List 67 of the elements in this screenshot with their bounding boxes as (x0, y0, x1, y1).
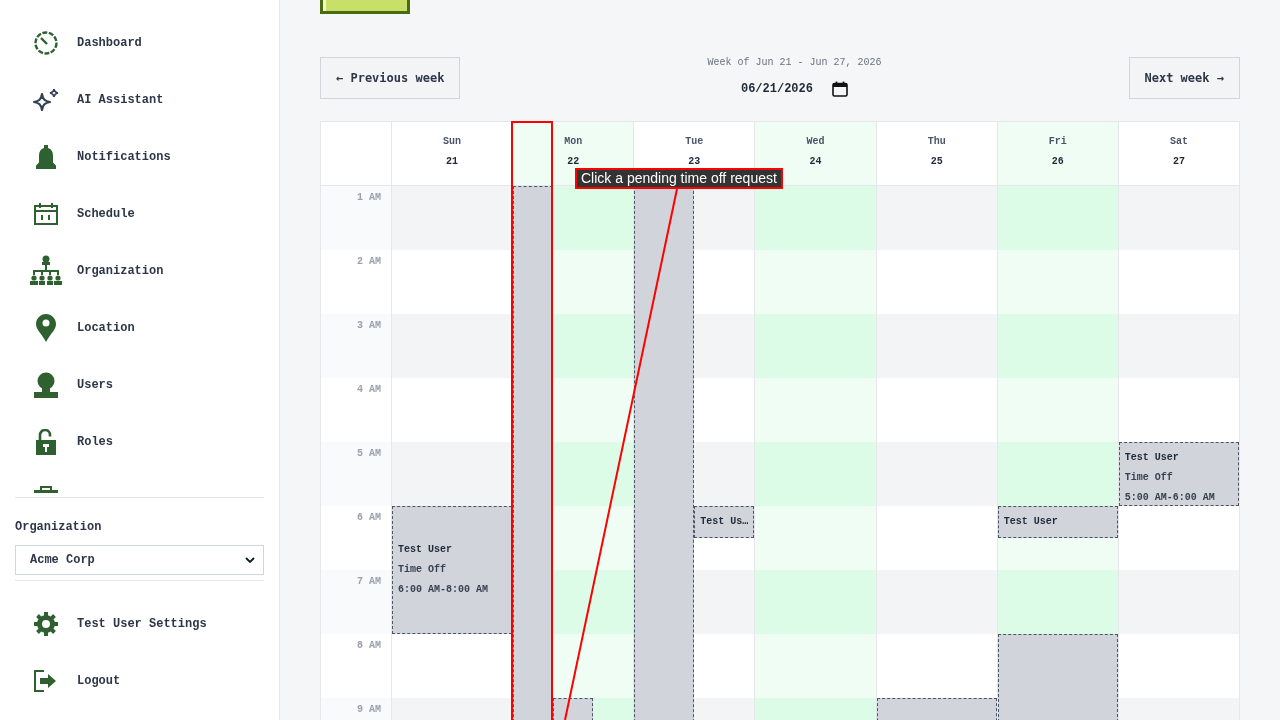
date-input[interactable]: 06/21/2026 (740, 80, 815, 98)
padlock-icon (36, 428, 56, 455)
chevron-down-icon (245, 557, 255, 563)
week-range-label: Week of Jun 21 - Jun 27, 2026 (707, 57, 882, 69)
tooltip: Click a pending time off request (575, 168, 783, 189)
hour-label: 9 AM (357, 703, 381, 717)
event-type: Time Off (398, 563, 447, 577)
organization-select[interactable]: Acme Corp (15, 545, 264, 575)
time-off-block[interactable] (513, 186, 554, 720)
time-off-block[interactable]: Test User (997, 506, 1118, 538)
event-time: 6:00 AM-8:00 AM (398, 583, 489, 597)
map-pin-icon (36, 313, 56, 342)
day-name: Wed (806, 135, 825, 149)
hour-label: 7 AM (357, 575, 381, 589)
event-type: Time Off (1124, 471, 1174, 485)
day-date: 21 (446, 155, 459, 169)
previous-week-button[interactable]: ← Previous week (320, 57, 461, 99)
hour-label: 2 AM (357, 255, 381, 269)
nav-item[interactable]: Logout (0, 652, 279, 709)
calendar-icon (831, 81, 848, 97)
day-name: Sun (443, 135, 462, 149)
time-off-block[interactable]: Test User Time Off 6:00 AM-8:00 AM (392, 506, 513, 634)
nav-item[interactable]: Test User Settings (0, 595, 279, 652)
hour-label: 6 AM (357, 511, 381, 525)
cropped-icon (34, 486, 58, 493)
hour-label: 4 AM (357, 383, 381, 397)
settings-icon (34, 611, 58, 636)
calendar-icon (34, 202, 58, 225)
event-title: Test User (1124, 451, 1180, 465)
time-off-block[interactable]: Test User Time Off 5:00 AM-6:00 AM (1118, 442, 1239, 506)
day-date: 23 (688, 155, 701, 169)
event-time: 5:00 AM-6:00 AM (1124, 491, 1216, 505)
day-date: 25 (930, 155, 943, 169)
hour-label: 3 AM (357, 319, 381, 333)
nav-item[interactable]: Dashboard (0, 14, 279, 71)
nav-item[interactable]: Roles (0, 413, 279, 470)
event-title: Test User (398, 543, 453, 557)
day-name: Sat (1169, 135, 1188, 149)
day-date: 27 (1172, 155, 1185, 169)
nav-item[interactable]: Notifications (0, 128, 279, 185)
hour-label: 1 AM (357, 191, 381, 205)
nav-item[interactable]: Organization (0, 242, 279, 299)
day-name: Thu (927, 135, 946, 149)
logout-icon (34, 669, 58, 692)
logo-icon (320, 0, 410, 14)
event-title: Test User (1003, 515, 1059, 529)
event-title: Test Us… (700, 515, 749, 529)
sparkle-icon (32, 87, 60, 112)
day-name: Fri (1048, 135, 1067, 149)
nav-item[interactable]: AI Assistant (0, 71, 279, 128)
hour-label: 5 AM (357, 447, 381, 461)
day-date: 26 (1051, 155, 1064, 169)
nav-item[interactable]: Location (0, 299, 279, 356)
organization-label: Organization (15, 519, 103, 535)
day-name: Mon (564, 135, 583, 149)
bell-icon (34, 144, 58, 169)
hour-label: 8 AM (357, 639, 381, 653)
org-chart-icon (30, 254, 62, 287)
time-off-block[interactable]: Test Us… (694, 506, 755, 538)
gauge-icon (34, 30, 58, 55)
nav-item[interactable]: Schedule (0, 185, 279, 242)
day-date: 24 (809, 155, 822, 169)
nav-item[interactable]: Users (0, 356, 279, 413)
next-week-button[interactable]: Next week → (1128, 57, 1240, 99)
user-icon (34, 371, 58, 398)
day-date: 22 (567, 155, 580, 169)
day-name: Tue (685, 135, 704, 149)
